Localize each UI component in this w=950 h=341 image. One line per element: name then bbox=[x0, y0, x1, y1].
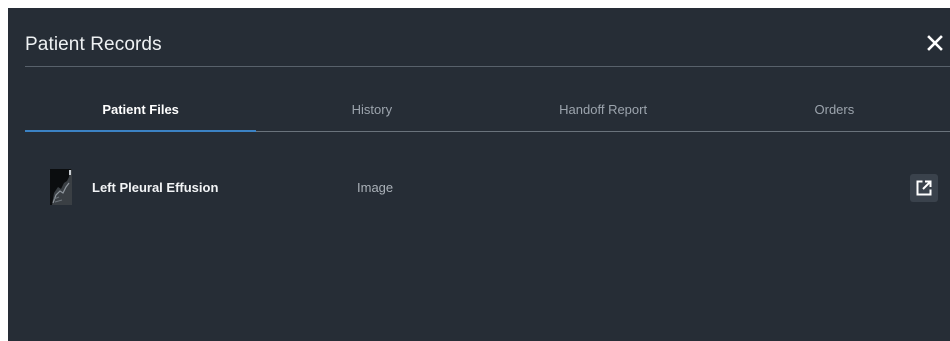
xray-thumbnail bbox=[50, 169, 72, 205]
tab-history[interactable]: History bbox=[256, 92, 487, 132]
open-file-button[interactable] bbox=[910, 174, 938, 202]
close-button[interactable] bbox=[926, 34, 944, 52]
file-name: Left Pleural Effusion bbox=[92, 180, 219, 195]
tab-handoff-report[interactable]: Handoff Report bbox=[488, 92, 719, 132]
tab-patient-files[interactable]: Patient Files bbox=[25, 92, 256, 132]
patient-records-dialog: Patient Records Patient Files History Ha… bbox=[8, 8, 950, 341]
active-tab-indicator bbox=[25, 130, 256, 132]
tab-orders[interactable]: Orders bbox=[719, 92, 950, 132]
dialog-header: Patient Records bbox=[8, 8, 950, 66]
close-icon bbox=[927, 35, 943, 51]
external-link-icon bbox=[916, 180, 932, 196]
file-list-item[interactable]: Left Pleural Effusion Image bbox=[25, 166, 950, 210]
dialog-title: Patient Records bbox=[25, 34, 162, 55]
tab-bar: Patient Files History Handoff Report Ord… bbox=[25, 92, 950, 132]
header-divider bbox=[25, 66, 950, 67]
file-type: Image bbox=[357, 180, 394, 195]
